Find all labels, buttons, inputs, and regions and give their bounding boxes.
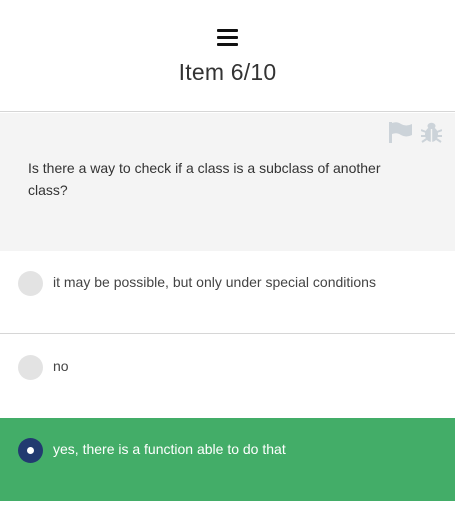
radio-selected-dot [27,447,34,454]
hamburger-menu-icon[interactable] [217,29,238,47]
radio-button[interactable] [18,355,43,380]
question-text: Is there a way to check if a class is a … [28,160,381,198]
radio-button-selected[interactable] [18,438,43,463]
flag-icon[interactable] [389,122,412,143]
answer-option-3[interactable]: yes, there is a function able to do that [0,418,455,501]
answer-option-2[interactable]: no [0,335,455,418]
answer-option-label: no [53,358,69,374]
answer-option-label: yes, there is a function able to do that [53,441,286,457]
answer-option-label: it may be possible, but only under speci… [53,274,376,290]
answer-option-1[interactable]: it may be possible, but only under speci… [0,251,455,334]
bug-icon[interactable] [421,121,442,143]
header: Item 6/10 [0,0,455,112]
item-counter: Item 6/10 [178,59,277,85]
radio-button[interactable] [18,271,43,296]
